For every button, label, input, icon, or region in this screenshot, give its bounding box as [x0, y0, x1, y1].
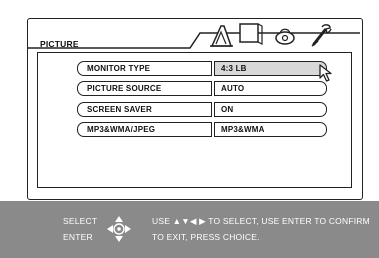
speaker-icon[interactable] — [275, 28, 295, 45]
setting-value[interactable]: 4:3 LB — [214, 61, 327, 76]
setting-label: PICTURE SOURCE — [77, 81, 212, 96]
instruction-line-2: TO EXIT, PRESS CHOICE. — [152, 232, 260, 242]
wrench-icon[interactable] — [311, 24, 332, 47]
setting-label: SCREEN SAVER — [77, 102, 212, 117]
osd-screen: PICTURE MONITOR TYPE 4:3 LB PICTURE SOUR… — [0, 0, 379, 258]
monitor-icon[interactable] — [239, 23, 263, 45]
setting-label: MONITOR TYPE — [77, 61, 212, 76]
picture-icon[interactable] — [210, 25, 233, 47]
select-label: SELECT — [63, 216, 98, 226]
enter-label: ENTER — [63, 232, 93, 242]
tab-strip — [28, 23, 360, 49]
instruction-line-1: USE ▲▼◀ ▶ TO SELECT, USE ENTER TO CONFIR… — [152, 216, 370, 226]
section-title: PICTURE — [40, 39, 79, 49]
navigation-pad-icon — [107, 216, 131, 242]
setting-value[interactable]: ON — [214, 102, 327, 117]
help-footer — [0, 201, 379, 258]
setting-value[interactable]: AUTO — [214, 81, 327, 96]
setting-label: MP3&WMA/JPEG — [77, 122, 212, 137]
pointer-cursor-icon — [319, 64, 332, 82]
setting-value[interactable]: MP3&WMA — [214, 122, 327, 137]
